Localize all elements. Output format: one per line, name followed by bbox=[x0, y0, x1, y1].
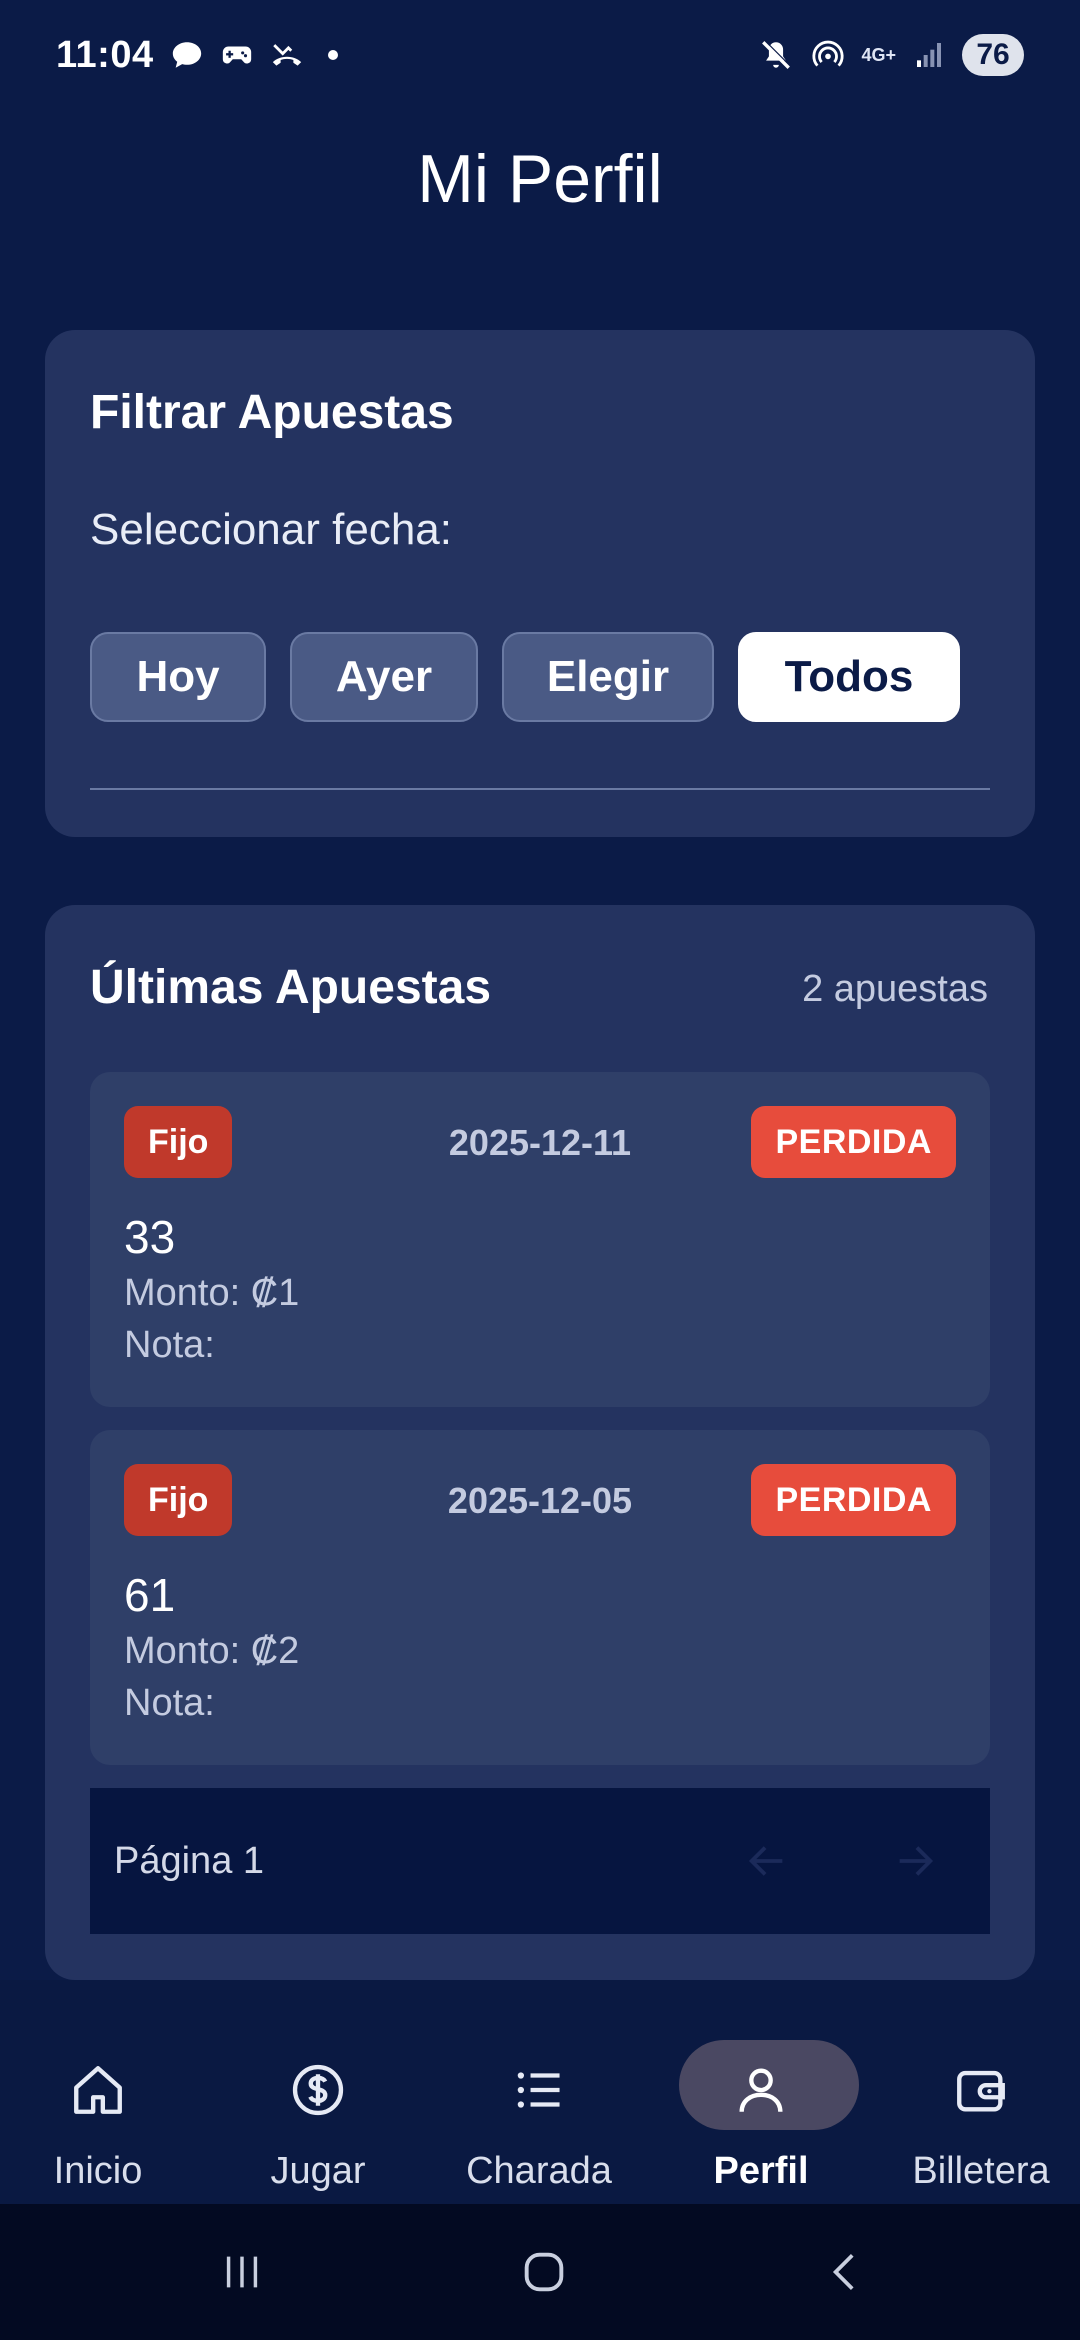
nav-label: Inicio bbox=[53, 2150, 143, 2192]
bets-count: 2 apuestas bbox=[802, 968, 988, 1010]
filter-heading: Filtrar Apuestas bbox=[90, 386, 454, 439]
missed-call-icon bbox=[268, 36, 306, 74]
arrow-right-icon[interactable] bbox=[890, 1836, 940, 1886]
network-type: 4G+ bbox=[861, 45, 896, 65]
chip-elegir[interactable]: Elegir bbox=[502, 632, 714, 722]
home-button-icon[interactable] bbox=[504, 2242, 584, 2302]
bets-heading: Últimas Apuestas bbox=[90, 961, 492, 1014]
system-icons: 4G+ 76 bbox=[757, 34, 1024, 76]
bet-number: 33 bbox=[124, 1211, 176, 1263]
bet-number: 61 bbox=[124, 1569, 176, 1621]
status-bar: 11:04 4G+ 76 bbox=[0, 0, 1080, 118]
chip-todos[interactable]: Todos bbox=[738, 632, 960, 722]
date-filter-chips: Hoy Ayer Elegir Todos bbox=[90, 632, 960, 722]
page-title: Mi Perfil bbox=[417, 141, 663, 217]
notification-icons bbox=[168, 36, 338, 74]
arrow-left-icon[interactable] bbox=[742, 1836, 792, 1886]
filter-divider bbox=[90, 788, 990, 790]
chip-ayer[interactable]: Ayer bbox=[290, 632, 478, 722]
bet-status-badge: PERDIDA bbox=[751, 1464, 956, 1536]
bet-item[interactable]: Fijo 2025-12-11 PERDIDA 33 Monto: ₡1 Not… bbox=[90, 1072, 990, 1407]
notification-dot bbox=[328, 50, 338, 60]
chat-icon bbox=[168, 36, 206, 74]
bottom-navigation: Inicio Jugar Charada Perfil Billetera bbox=[0, 1980, 1080, 2204]
bet-amount: Monto: ₡1 bbox=[124, 1272, 300, 1314]
date-label: Seleccionar fecha: bbox=[90, 505, 452, 554]
page-label: Página 1 bbox=[114, 1839, 265, 1882]
recent-apps-icon[interactable] bbox=[202, 2242, 282, 2302]
status-time: 11:04 bbox=[56, 34, 154, 76]
person-icon bbox=[653, 2062, 869, 2118]
nav-item-billetera[interactable]: Billetera bbox=[873, 2010, 1080, 2192]
nav-label: Perfil bbox=[713, 2150, 809, 2192]
game-controller-icon bbox=[218, 36, 256, 74]
system-navigation-bar bbox=[0, 2204, 1080, 2340]
hotspot-icon bbox=[809, 36, 847, 74]
nav-item-inicio[interactable]: Inicio bbox=[0, 2010, 206, 2192]
wallet-icon bbox=[873, 2062, 1080, 2118]
nav-item-jugar[interactable]: Jugar bbox=[210, 2010, 426, 2192]
signal-icon bbox=[910, 36, 948, 74]
bet-note: Nota: bbox=[124, 1324, 215, 1366]
pagination: Página 1 bbox=[90, 1788, 990, 1934]
nav-item-charada[interactable]: Charada bbox=[431, 2010, 647, 2192]
bet-status-badge: PERDIDA bbox=[751, 1106, 956, 1178]
chip-hoy[interactable]: Hoy bbox=[90, 632, 266, 722]
back-icon[interactable] bbox=[806, 2242, 886, 2302]
dollar-icon bbox=[210, 2062, 426, 2118]
nav-label: Charada bbox=[466, 2150, 612, 2192]
bet-amount: Monto: ₡2 bbox=[124, 1630, 300, 1672]
nav-label: Billetera bbox=[912, 2150, 1050, 2192]
battery-indicator: 76 bbox=[962, 34, 1024, 76]
home-icon bbox=[0, 2062, 206, 2118]
bet-note: Nota: bbox=[124, 1682, 215, 1724]
mute-icon bbox=[757, 36, 795, 74]
list-icon bbox=[431, 2062, 647, 2118]
nav-label: Jugar bbox=[270, 2150, 366, 2192]
bet-item[interactable]: Fijo 2025-12-05 PERDIDA 61 Monto: ₡2 Not… bbox=[90, 1430, 990, 1765]
nav-item-perfil[interactable]: Perfil bbox=[653, 2010, 869, 2192]
